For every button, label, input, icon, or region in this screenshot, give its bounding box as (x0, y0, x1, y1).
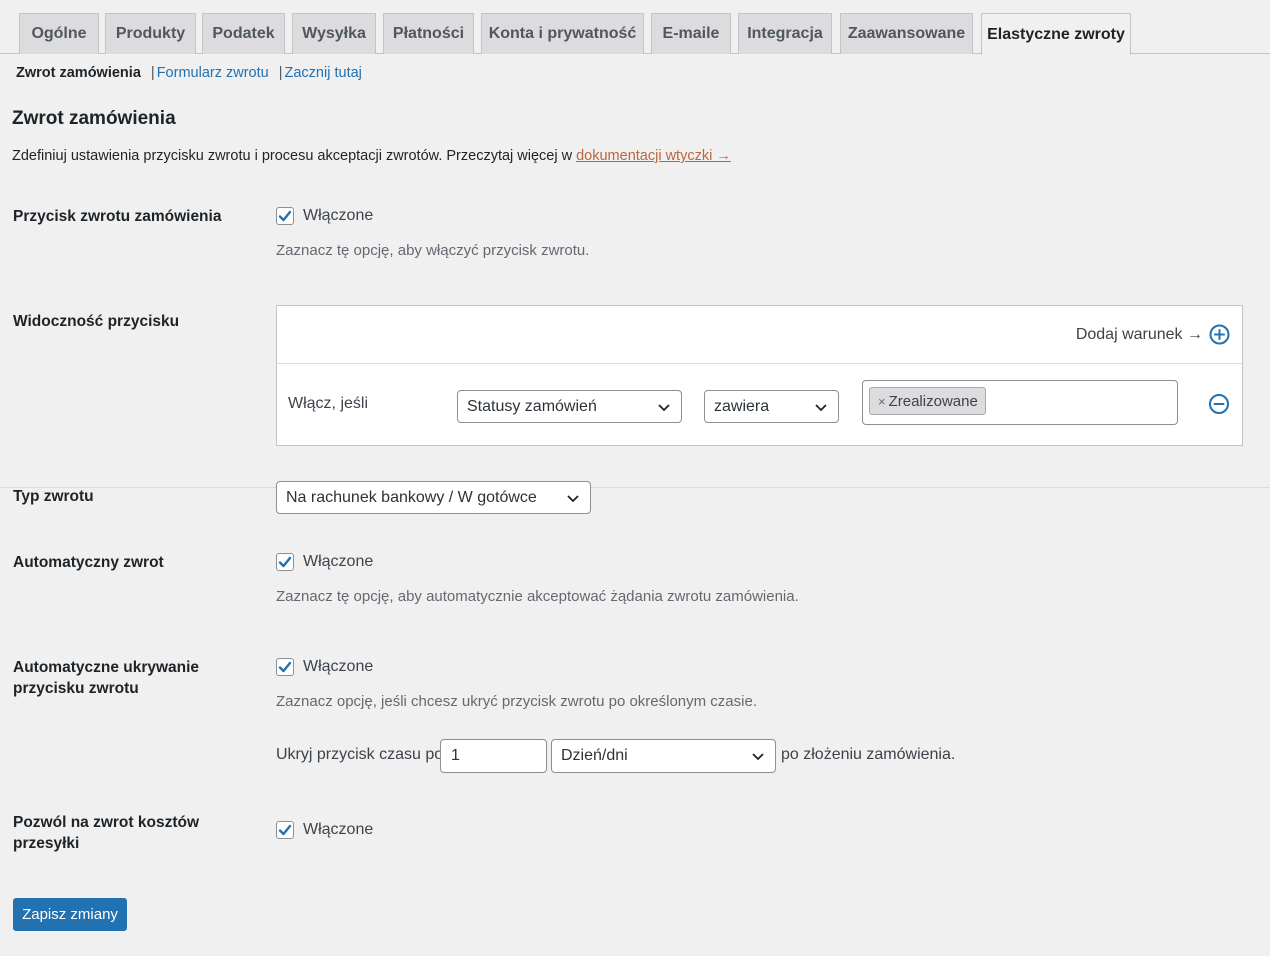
shipping-refund-label: Pozwól na zwrot kosztów przesyłki (13, 814, 200, 852)
subnav: Zwrot zamówienia | Formularz zwrotu | Zacz… (16, 65, 362, 81)
refund-type-label: Typ zwrotu (13, 488, 94, 505)
add-condition-label: Dodaj warunek → (1075, 325, 1203, 343)
refund-button-help: Zaznacz tę opcję, aby włączyć przycisk z… (276, 242, 590, 259)
tag-label: Zrealizowane (888, 392, 978, 410)
auto-refund-label: Automatyczny zwrot (13, 554, 164, 571)
auto-refund-help: Zaznacz tę opcję, aby automatycznie akce… (276, 588, 799, 605)
tab-platnosci[interactable]: Płatności (383, 13, 474, 54)
auto-hide-option: Włączone (276, 658, 373, 676)
tab-wysylka[interactable]: Wysyłka (292, 13, 376, 54)
tab-integracja[interactable]: Integracja (738, 13, 832, 54)
section-title: Zwrot zamówienia (12, 108, 176, 129)
refund-type-select[interactable]: Na rachunek bankowy / W gotówce (276, 481, 591, 514)
checkmark-icon (278, 661, 292, 673)
auto-refund-option: Włączone (276, 553, 373, 571)
condition-field-value: Statusy zamówień (467, 397, 597, 415)
tab-e-maile[interactable]: E-maile (651, 13, 731, 54)
auto-hide-checkbox[interactable] (276, 658, 294, 676)
hide-after-suffix: po złożeniu zamówienia. (781, 746, 956, 763)
refund-button-checkbox[interactable] (276, 207, 294, 225)
condition-operator-select[interactable]: zawiera (704, 390, 839, 423)
subnav-separator: | (278, 65, 283, 81)
visibility-label: Widoczność przycisku (13, 313, 180, 330)
tab-ogolne[interactable]: Ogólne (19, 13, 99, 54)
auto-hide-help: Zaznacz opcję, jeśli chcesz ukryć przyci… (276, 693, 757, 710)
tab-zaawansowane[interactable]: Zaawansowane (840, 13, 973, 54)
auto-hide-checkbox-label: Włączone (303, 658, 374, 675)
subnav-link-formularz-zwrotu[interactable]: Formularz zwrotu (157, 65, 269, 81)
refund-button-option: Włączone (276, 207, 373, 225)
tab-elastyczne-zwroty[interactable]: Elastyczne zwroty (981, 13, 1131, 55)
subnav-current: Zwrot zamówienia (16, 65, 141, 81)
shipping-refund-checkbox-label: Włączone (303, 821, 374, 838)
refund-button-label: Przycisk zwrotu zamówienia (13, 208, 222, 225)
enable-if-label: Włącz, jeśli (288, 395, 369, 412)
hide-after-unit-select[interactable]: Dzień/dni (551, 739, 776, 773)
subnav-link-zacznij-tutaj[interactable]: Zacznij tutaj (285, 65, 362, 81)
subnav-separator: | (150, 65, 155, 81)
hide-after-unit-value: Dzień/dni (561, 747, 628, 764)
description-text: Zdefiniuj ustawienia przycisku zwrotu i … (12, 148, 577, 164)
visibility-conditions-box: Dodaj warunek → Włącz, jeśli Statusy zam… (276, 305, 1243, 446)
add-condition-button[interactable]: Dodaj warunek → (1076, 324, 1230, 345)
condition-values-input[interactable]: × Zrealizowane (862, 380, 1178, 425)
chevron-down-icon (567, 495, 579, 503)
hide-after-prefix: Ukryj przycisk czasu po (276, 746, 444, 763)
refund-button-checkbox-label: Włączone (303, 207, 374, 224)
auto-refund-checkbox[interactable] (276, 553, 294, 571)
section-divider (0, 487, 1270, 488)
tab-konta-i-prywatnosc[interactable]: Konta i prywatność (481, 13, 644, 54)
chevron-down-icon (815, 404, 827, 412)
section-description: Zdefiniuj ustawienia przycisku zwrotu i … (12, 148, 731, 164)
condition-field-select[interactable]: Statusy zamówień (457, 390, 682, 423)
minus-circle-icon[interactable] (1208, 393, 1230, 415)
plugin-docs-link[interactable]: dokumentacji wtyczki → (576, 148, 731, 164)
settings-tabs: Ogólne Produkty Podatek Wysyłka Płatnośc… (0, 0, 1270, 55)
chevron-down-icon (752, 753, 764, 761)
chevron-down-icon (658, 404, 670, 412)
auto-hide-label: Automatyczne ukrywanie przycisku zwrotu (13, 659, 200, 697)
tag-zrealizowane: × Zrealizowane (869, 387, 986, 415)
condition-row: Włącz, jeśli Statusy zamówień zawiera × … (277, 364, 1242, 446)
checkmark-icon (278, 824, 292, 836)
plus-circle-icon (1209, 324, 1230, 345)
hide-after-amount-input[interactable]: 1 (440, 739, 547, 773)
hide-after-amount-value: 1 (451, 747, 460, 764)
tab-podatek[interactable]: Podatek (202, 13, 285, 54)
shipping-refund-option: Włączone (276, 821, 373, 839)
auto-refund-checkbox-label: Włączone (303, 553, 374, 570)
tab-produkty[interactable]: Produkty (105, 13, 196, 54)
checkmark-icon (278, 210, 292, 222)
visibility-header: Dodaj warunek → (277, 306, 1242, 364)
shipping-refund-checkbox[interactable] (276, 821, 294, 839)
tag-remove-icon[interactable]: × (878, 394, 886, 409)
checkmark-icon (278, 556, 292, 568)
condition-operator-value: zawiera (714, 397, 770, 415)
save-changes-button[interactable]: Zapisz zmiany (13, 898, 127, 931)
refund-type-value: Na rachunek bankowy / W gotówce (286, 488, 537, 506)
